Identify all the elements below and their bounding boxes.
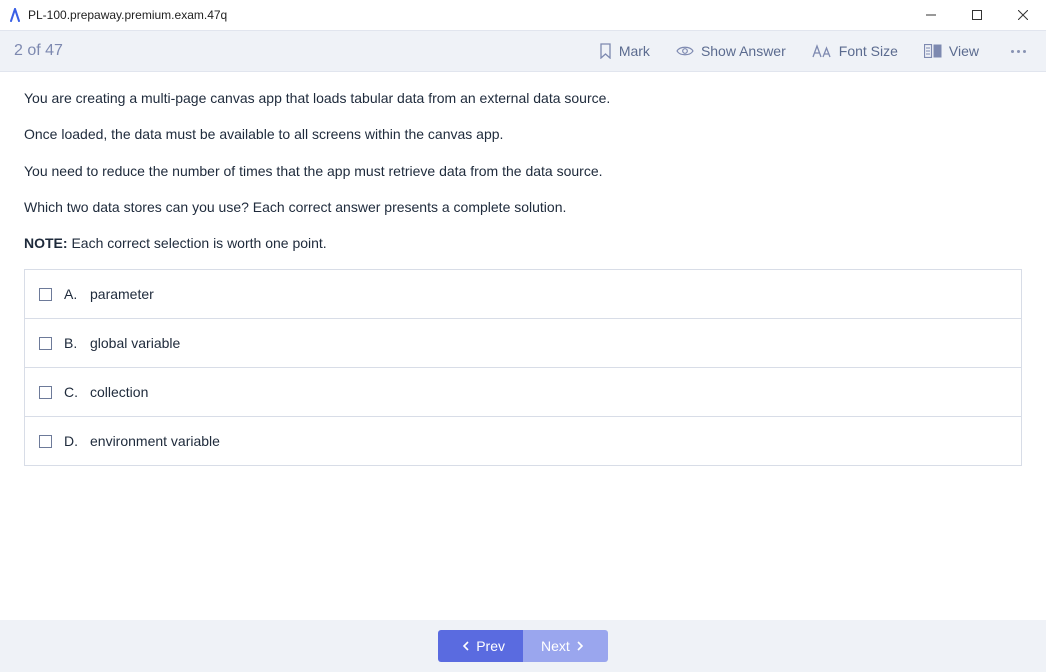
checkbox-icon bbox=[39, 337, 52, 350]
window-controls bbox=[908, 0, 1046, 30]
option-text: environment variable bbox=[90, 433, 220, 449]
answer-option-b[interactable]: B. global variable bbox=[25, 319, 1021, 368]
titlebar: PL-100.prepaway.premium.exam.47q bbox=[0, 0, 1046, 30]
next-label: Next bbox=[541, 638, 570, 654]
show-answer-label: Show Answer bbox=[701, 43, 786, 59]
prev-button[interactable]: Prev bbox=[438, 630, 523, 662]
view-icon bbox=[924, 44, 942, 58]
maximize-button[interactable] bbox=[954, 0, 1000, 30]
question-paragraph: Once loaded, the data must be available … bbox=[24, 124, 1022, 144]
option-letter: D. bbox=[64, 433, 80, 449]
prev-label: Prev bbox=[476, 638, 505, 654]
option-text: global variable bbox=[90, 335, 180, 351]
font-size-icon bbox=[812, 44, 832, 58]
answer-option-a[interactable]: A. parameter bbox=[25, 270, 1021, 319]
question-paragraph: Which two data stores can you use? Each … bbox=[24, 197, 1022, 217]
font-size-button[interactable]: Font Size bbox=[812, 43, 898, 59]
minimize-icon bbox=[926, 10, 936, 20]
dots-icon bbox=[1011, 50, 1014, 53]
eye-icon bbox=[676, 45, 694, 57]
footer: Prev Next bbox=[0, 620, 1046, 672]
checkbox-icon bbox=[39, 288, 52, 301]
checkbox-icon bbox=[39, 435, 52, 448]
minimize-button[interactable] bbox=[908, 0, 954, 30]
question-note: NOTE: Each correct selection is worth on… bbox=[24, 233, 1022, 253]
more-button[interactable] bbox=[1005, 44, 1032, 59]
option-letter: B. bbox=[64, 335, 80, 351]
window-title: PL-100.prepaway.premium.exam.47q bbox=[28, 8, 227, 22]
nav-buttons: Prev Next bbox=[438, 630, 608, 662]
question-paragraph: You need to reduce the number of times t… bbox=[24, 161, 1022, 181]
question-counter: 2 of 47 bbox=[14, 42, 63, 60]
font-size-label: Font Size bbox=[839, 43, 898, 59]
chevron-right-icon bbox=[576, 641, 584, 651]
mark-label: Mark bbox=[619, 43, 650, 59]
answer-option-c[interactable]: C. collection bbox=[25, 368, 1021, 417]
note-label: NOTE: bbox=[24, 235, 68, 251]
checkbox-icon bbox=[39, 386, 52, 399]
option-text: parameter bbox=[90, 286, 154, 302]
view-label: View bbox=[949, 43, 979, 59]
close-icon bbox=[1018, 10, 1028, 20]
view-button[interactable]: View bbox=[924, 43, 979, 59]
maximize-icon bbox=[972, 10, 982, 20]
option-text: collection bbox=[90, 384, 148, 400]
question-content: You are creating a multi-page canvas app… bbox=[0, 72, 1046, 620]
show-answer-button[interactable]: Show Answer bbox=[676, 43, 786, 59]
bookmark-icon bbox=[599, 43, 612, 59]
app-logo-icon bbox=[8, 8, 22, 22]
answer-list: A. parameter B. global variable C. colle… bbox=[24, 269, 1022, 466]
option-letter: C. bbox=[64, 384, 80, 400]
next-button[interactable]: Next bbox=[523, 630, 608, 662]
question-paragraph: You are creating a multi-page canvas app… bbox=[24, 88, 1022, 108]
mark-button[interactable]: Mark bbox=[599, 43, 650, 59]
answer-option-d[interactable]: D. environment variable bbox=[25, 417, 1021, 465]
toolbar: 2 of 47 Mark Show Answer Font Size View bbox=[0, 30, 1046, 72]
app-window: PL-100.prepaway.premium.exam.47q 2 of 47… bbox=[0, 0, 1046, 672]
close-button[interactable] bbox=[1000, 0, 1046, 30]
option-letter: A. bbox=[64, 286, 80, 302]
note-text: Each correct selection is worth one poin… bbox=[68, 235, 327, 251]
chevron-left-icon bbox=[462, 641, 470, 651]
